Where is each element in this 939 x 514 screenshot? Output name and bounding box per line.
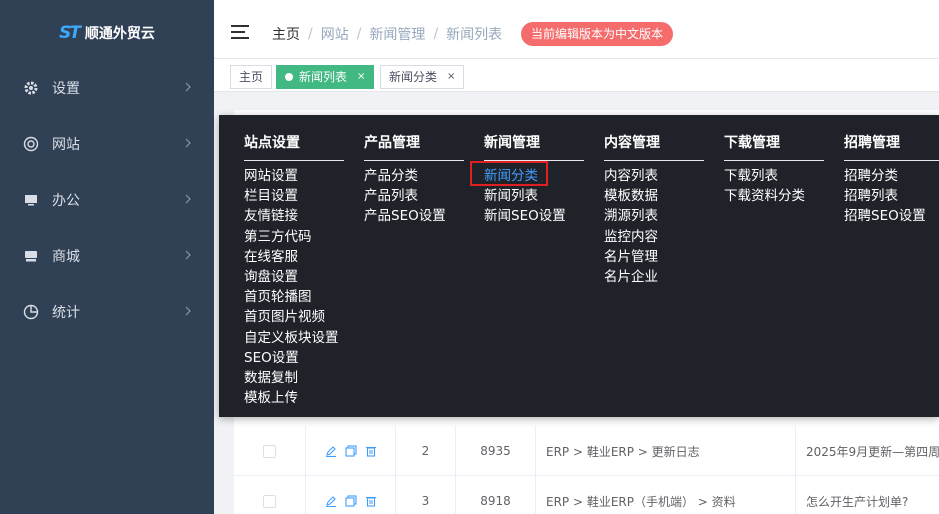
- menu-item[interactable]: 友情链接: [244, 206, 339, 226]
- menu-column-title: 站点设置: [244, 135, 300, 151]
- chevron-right-icon: [184, 80, 192, 96]
- menu-item[interactable]: 首页轮播图: [244, 287, 339, 307]
- row-id: 8918: [456, 476, 536, 514]
- menu-item[interactable]: 栏目设置: [244, 186, 339, 206]
- row-index: 3: [396, 476, 456, 514]
- menu-item[interactable]: 名片管理: [604, 247, 658, 267]
- menu-item[interactable]: 内容列表: [604, 166, 658, 186]
- monitor-icon: [22, 191, 40, 209]
- hamburger-menu-icon[interactable]: [231, 25, 249, 41]
- breadcrumb-item: 网站: [320, 27, 349, 43]
- row-id: 8935: [456, 426, 536, 476]
- tag-label: 新闻分类: [389, 70, 438, 84]
- trash-icon[interactable]: [365, 495, 377, 507]
- table-row: 2 8935 ERP > 鞋业ERP > 更新日志 2025年9月更新—第四周更: [234, 426, 939, 476]
- sidebar-item-label: 办公: [52, 193, 80, 209]
- active-dot-icon: [285, 73, 293, 81]
- row-title[interactable]: 2025年9月更新—第四周更: [796, 426, 939, 476]
- sidebar-item-label: 网站: [52, 137, 80, 153]
- menu-item[interactable]: 下载资料分类: [724, 186, 805, 206]
- row-index: 2: [396, 426, 456, 476]
- menu-item[interactable]: 名片企业: [604, 267, 658, 287]
- row-category: ERP > 鞋业ERP（手机端） > 资料: [536, 476, 796, 514]
- edit-icon[interactable]: [325, 445, 337, 457]
- sidebar-item-store[interactable]: 商城: [0, 228, 214, 284]
- sidebar-item-label: 设置: [52, 81, 80, 97]
- pie-chart-icon: [22, 303, 40, 321]
- globe-icon: [22, 135, 40, 153]
- menu-item[interactable]: 网站设置: [244, 166, 339, 186]
- row-checkbox[interactable]: [263, 494, 276, 508]
- breadcrumb-item: 新闻列表: [446, 27, 503, 43]
- row-actions: [325, 445, 377, 457]
- chevron-right-icon: [184, 192, 192, 208]
- menu-item[interactable]: 新闻列表: [484, 186, 566, 206]
- tag-label: 主页: [239, 70, 264, 84]
- menu-item[interactable]: 新闻SEO设置: [484, 206, 566, 226]
- app-name: 顺通外贸云: [84, 26, 155, 42]
- menu-item[interactable]: 询盘设置: [244, 267, 339, 287]
- breadcrumb: 主页 / 网站 / 新闻管理 / 新闻列表: [272, 24, 503, 44]
- sidebar-nav: 设置 网站 办公 商城 统计: [0, 60, 214, 340]
- row-title[interactable]: 怎么开生产计划单?: [796, 476, 939, 514]
- menu-item[interactable]: 第三方代码: [244, 227, 339, 247]
- menu-column-title: 内容管理: [604, 135, 660, 151]
- tag-news-list[interactable]: 新闻列表 ×: [276, 65, 375, 89]
- menu-item[interactable]: 招聘SEO设置: [844, 206, 926, 226]
- copy-icon[interactable]: [344, 445, 357, 457]
- tag-news-category[interactable]: 新闻分类 ×: [380, 65, 465, 89]
- sidebar-item-office[interactable]: 办公: [0, 172, 214, 228]
- menu-item[interactable]: 产品列表: [364, 186, 446, 206]
- store-icon: [22, 247, 40, 265]
- menu-item[interactable]: 数据复制: [244, 368, 339, 388]
- sidebar-item-statistics[interactable]: 统计: [0, 284, 214, 340]
- tag-label: 新闻列表: [299, 70, 348, 84]
- sidebar-item-website[interactable]: 网站: [0, 116, 214, 172]
- trash-icon[interactable]: [365, 445, 377, 457]
- menu-item[interactable]: 首页图片视频: [244, 307, 339, 327]
- row-actions: [325, 495, 377, 507]
- menu-column-title: 招聘管理: [844, 135, 900, 151]
- close-icon[interactable]: ×: [357, 66, 365, 88]
- menu-item[interactable]: 溯源列表: [604, 206, 658, 226]
- menu-column-title: 新闻管理: [484, 135, 540, 151]
- sidebar-item-settings[interactable]: 设置: [0, 60, 214, 116]
- menu-item[interactable]: 在线客服: [244, 247, 339, 267]
- menu-item[interactable]: 模板数据: [604, 186, 658, 206]
- tags-view-bar: 主页 新闻列表 × 新闻分类 ×: [214, 58, 939, 92]
- breadcrumb-item[interactable]: 主页: [272, 24, 300, 44]
- chevron-right-icon: [184, 136, 192, 152]
- copy-icon[interactable]: [344, 495, 357, 507]
- row-category: ERP > 鞋业ERP > 更新日志: [536, 426, 796, 476]
- app-logo[interactable]: ST 顺通外贸云: [0, 8, 214, 58]
- chevron-right-icon: [184, 248, 192, 264]
- menu-item[interactable]: 招聘列表: [844, 186, 926, 206]
- menu-item[interactable]: 招聘分类: [844, 166, 926, 186]
- menu-column-title: 产品管理: [364, 135, 420, 151]
- menu-item[interactable]: 自定义板块设置: [244, 328, 339, 348]
- website-mega-menu: 站点设置 网站设置 栏目设置 友情链接 第三方代码 在线客服 询盘设置 首页轮播…: [219, 115, 939, 417]
- sidebar: ST 顺通外贸云 设置 网站 办公 商城 统计: [0, 0, 214, 514]
- menu-item[interactable]: 产品SEO设置: [364, 206, 446, 226]
- table-row: 3 8918 ERP > 鞋业ERP（手机端） > 资料 怎么开生产计划单?: [234, 476, 939, 514]
- gear-icon: [22, 79, 40, 97]
- row-checkbox[interactable]: [263, 444, 276, 458]
- menu-item[interactable]: 产品分类: [364, 166, 446, 186]
- menu-column-title: 下载管理: [724, 135, 780, 151]
- logo-mark-icon: ST: [59, 23, 81, 43]
- menu-item[interactable]: 模板上传: [244, 388, 339, 408]
- menu-item[interactable]: SEO设置: [244, 348, 339, 368]
- menu-item[interactable]: 下载列表: [724, 166, 805, 186]
- edit-icon[interactable]: [325, 495, 337, 507]
- chevron-right-icon: [184, 304, 192, 320]
- sidebar-item-label: 商城: [52, 249, 80, 265]
- breadcrumb-item: 新闻管理: [369, 27, 426, 43]
- tag-home[interactable]: 主页: [230, 65, 273, 89]
- sidebar-item-label: 统计: [52, 305, 80, 321]
- version-badge: 当前编辑版本为中文版本: [521, 22, 674, 46]
- menu-item[interactable]: 监控内容: [604, 227, 658, 247]
- top-header: 主页 / 网站 / 新闻管理 / 新闻列表 当前编辑版本为中文版本: [214, 0, 939, 58]
- close-icon[interactable]: ×: [447, 66, 455, 88]
- highlight-box: [470, 161, 548, 186]
